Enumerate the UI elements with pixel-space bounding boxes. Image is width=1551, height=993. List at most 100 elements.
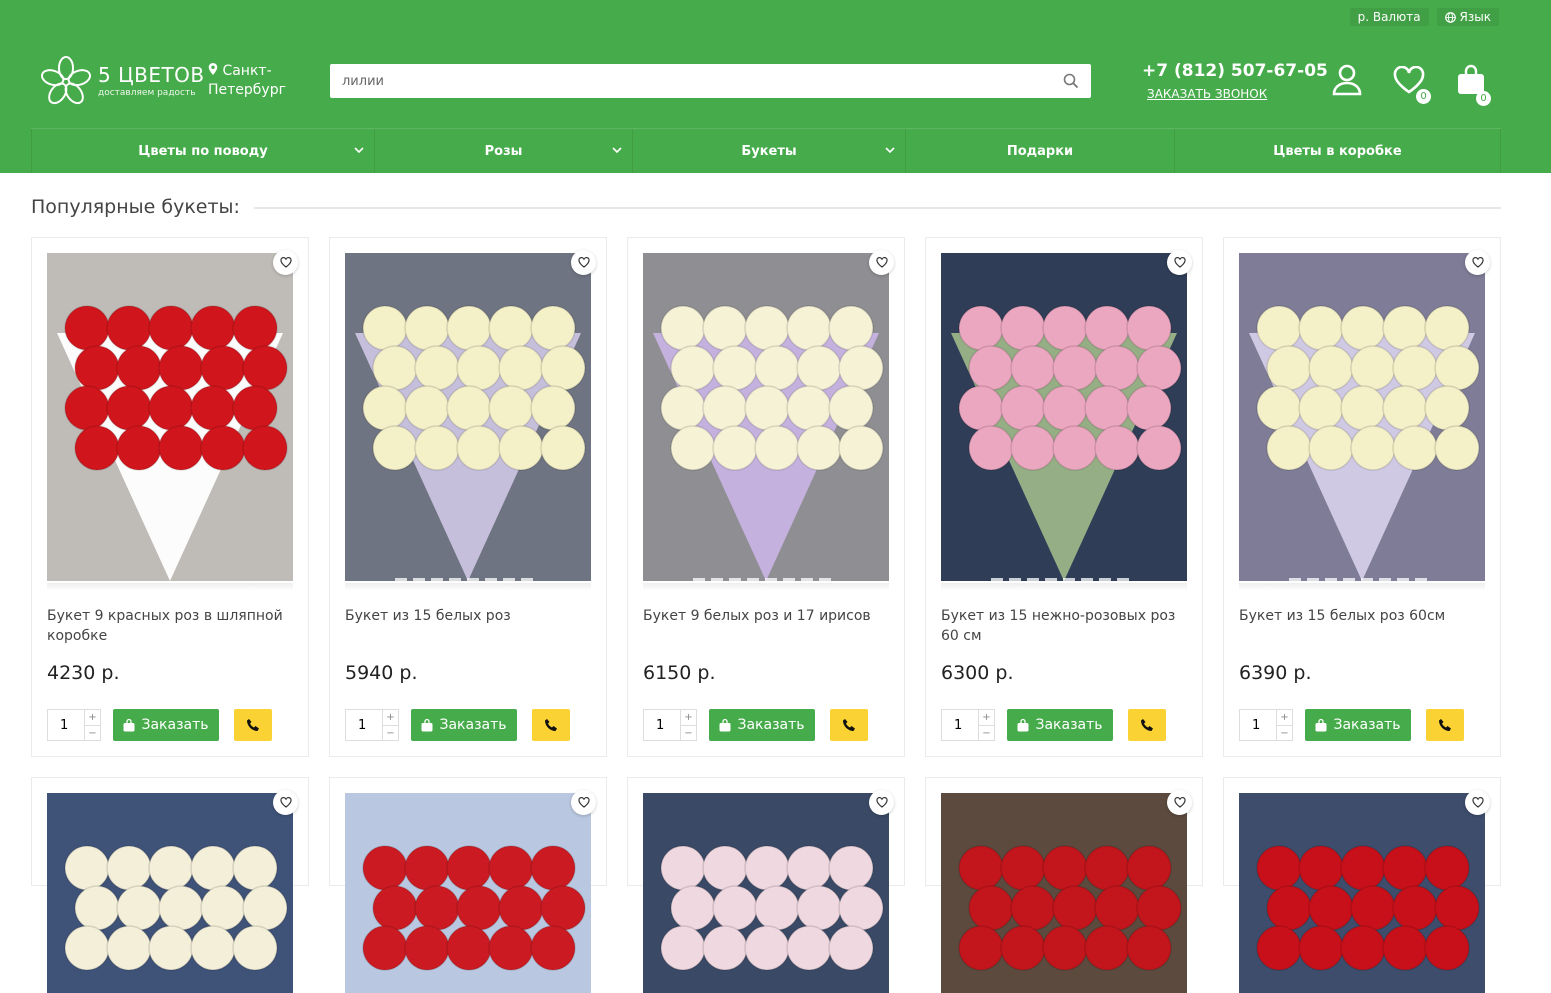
quantity-plus-button[interactable]: + [1277,710,1292,726]
account-button[interactable] [1332,64,1362,100]
quantity-plus-button[interactable]: + [85,710,100,726]
quantity-input[interactable] [1240,710,1276,740]
heart-icon [1471,797,1484,808]
quantity-plus-button[interactable]: + [979,710,994,726]
call-button[interactable] [1426,709,1464,741]
nav-item-box-flowers[interactable]: Цветы в коробке [1174,129,1501,173]
phone-number[interactable]: +7 (812) 507-67-05 [1142,61,1328,81]
quantity-input[interactable] [942,710,978,740]
product-image[interactable] [47,253,293,581]
carousel-dots[interactable] [991,578,1129,581]
globe-icon [1444,11,1456,23]
phone-icon [247,719,259,731]
product-photo [1239,793,1485,993]
add-to-wishlist-button[interactable] [571,250,596,275]
add-to-wishlist-button[interactable] [1465,250,1490,275]
product-image[interactable] [1239,253,1485,581]
section-title: Популярные букеты: [31,196,254,218]
call-button[interactable] [234,709,272,741]
product-card[interactable] [925,777,1203,993]
add-to-wishlist-button[interactable] [273,790,298,815]
product-image[interactable] [643,253,889,581]
product-price: 5940 р. [345,662,418,684]
order-label: Заказать [737,717,805,733]
product-photo [47,793,293,993]
call-button[interactable] [1128,709,1166,741]
product-image[interactable] [941,253,1187,581]
add-to-wishlist-button[interactable] [869,250,894,275]
top-bar: р. Валюта Язык [1349,8,1499,26]
product-card[interactable]: Букет из 15 нежно-розовых роз 60 см 6300… [925,237,1203,757]
quantity-minus-button[interactable]: − [1277,726,1292,741]
order-button[interactable]: Заказать [1007,709,1113,741]
call-button[interactable] [830,709,868,741]
shopping-bag-icon [123,718,135,732]
order-label: Заказать [1035,717,1103,733]
quantity-input[interactable] [644,710,680,740]
flower-logo-icon [41,56,91,105]
search-input[interactable] [330,64,1030,98]
currency-selector[interactable]: р. Валюта [1349,8,1429,26]
quantity-input[interactable] [48,710,84,740]
product-image[interactable] [47,793,293,993]
order-button[interactable]: Заказать [113,709,219,741]
main-nav: Цветы по поводу Розы Букеты Подарки Цвет… [31,128,1501,173]
add-to-wishlist-button[interactable] [869,790,894,815]
product-name[interactable]: Букет 9 белых роз и 17 ирисов [643,606,893,626]
product-name[interactable]: Букет из 15 белых роз [345,606,595,626]
order-button[interactable]: Заказать [411,709,517,741]
quantity-minus-button[interactable]: − [681,726,696,741]
quantity-plus-button[interactable]: + [681,710,696,726]
product-photo [345,793,591,993]
product-card[interactable] [329,777,607,993]
product-card[interactable]: Букет 9 красных роз в шляпной коробке 42… [31,237,309,757]
call-button[interactable] [532,709,570,741]
add-to-wishlist-button[interactable] [571,790,596,815]
carousel-dots[interactable] [1289,578,1427,581]
add-to-wishlist-button[interactable] [1167,790,1192,815]
quantity-stepper: +− [47,709,101,741]
product-image[interactable] [1239,793,1485,993]
logo[interactable]: 5 ЦВЕТОВ доставляем радость [40,55,205,107]
quantity-input[interactable] [346,710,382,740]
product-card[interactable]: Букет 9 белых роз и 17 ирисов 6150 р. +−… [627,237,905,757]
product-image[interactable] [941,793,1187,993]
product-photo [643,253,889,581]
quantity-minus-button[interactable]: − [383,726,398,741]
product-card[interactable] [31,777,309,993]
product-card[interactable] [627,777,905,993]
wishlist-button[interactable]: 0 [1393,65,1431,104]
city-selector[interactable]: Санкт-Петербург [208,62,308,100]
heart-icon [875,797,888,808]
product-card[interactable]: Букет из 15 белых роз 60см 6390 р. +− За… [1223,237,1501,757]
product-name[interactable]: Букет из 15 белых роз 60см [1239,606,1489,626]
cart-button[interactable]: 0 [1457,64,1491,106]
carousel-dots[interactable] [395,578,533,581]
product-image[interactable] [345,793,591,993]
add-to-wishlist-button[interactable] [1465,790,1490,815]
order-button[interactable]: Заказать [1305,709,1411,741]
nav-item-roses[interactable]: Розы [374,129,632,173]
add-to-wishlist-button[interactable] [1167,250,1192,275]
nav-item-gifts[interactable]: Подарки [905,129,1174,173]
product-image[interactable] [345,253,591,581]
language-selector[interactable]: Язык [1436,8,1499,26]
product-name[interactable]: Букет из 15 нежно-розовых роз 60 см [941,606,1191,646]
order-button[interactable]: Заказать [709,709,815,741]
quantity-plus-button[interactable]: + [383,710,398,726]
product-image[interactable] [643,793,889,993]
quantity-minus-button[interactable]: − [85,726,100,741]
nav-item-bouquets[interactable]: Букеты [632,129,905,173]
product-card[interactable]: Букет из 15 белых роз 5940 р. +− Заказат… [329,237,607,757]
product-card[interactable] [1223,777,1501,993]
add-to-wishlist-button[interactable] [273,250,298,275]
quantity-minus-button[interactable]: − [979,726,994,741]
search-icon[interactable] [1063,73,1079,89]
quantity-stepper: +− [643,709,697,741]
carousel-dots[interactable] [693,578,831,581]
nav-item-occasions[interactable]: Цветы по поводу [31,129,374,173]
callback-link[interactable]: ЗАКАЗАТЬ ЗВОНОК [1147,87,1328,101]
quantity-stepper: +− [345,709,399,741]
heart-icon [279,257,292,268]
product-name[interactable]: Букет 9 красных роз в шляпной коробке [47,606,297,646]
